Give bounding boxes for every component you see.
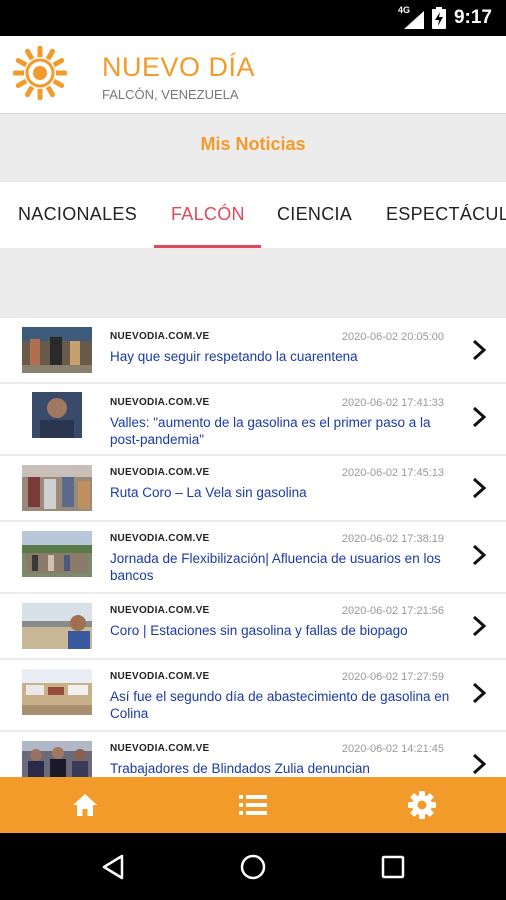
news-headline[interactable]: Jornada de Flexibilización| Afluencia de… [110,550,450,584]
news-item[interactable]: NUEVODIA.COM.VE 2020-06-02 17:41:33 Vall… [0,384,506,454]
gear-icon [408,791,436,819]
news-headline[interactable]: Coro | Estaciones sin gasolina y fallas … [110,622,450,639]
news-headline[interactable]: Hay que seguir respetando la cuarentena [110,348,450,365]
news-thumbnail [22,531,92,577]
news-item[interactable]: NUEVODIA.COM.VE 2020-06-02 20:05:00 Hay … [0,318,506,382]
tab-ciencia[interactable]: CIENCIA [277,204,352,225]
home-circle-icon [240,854,266,879]
category-tabs: NACIONALES FALCÓN CIENCIA ESPECTÁCULOS [0,182,506,248]
cell-signal-icon: 4G [398,5,424,29]
news-date: 2020-06-02 14:21:45 [341,743,444,755]
news-list: NUEVODIA.COM.VE 2020-06-02 20:05:00 Hay … [0,318,506,777]
news-thumbnail [22,603,92,649]
news-thumbnail [22,465,92,511]
battery-charging-icon [431,7,446,29]
chevron-right-icon [472,544,487,566]
news-item[interactable]: NUEVODIA.COM.VE 2020-06-02 17:27:59 Así … [0,660,506,730]
news-source: NUEVODIA.COM.VE [110,467,210,478]
spacer [0,248,506,318]
news-thumbnail [22,669,92,715]
tab-espectaculos[interactable]: ESPECTÁCULOS [386,204,506,225]
list-icon [239,795,267,815]
news-source: NUEVODIA.COM.VE [110,397,210,408]
system-nav-bar [0,833,506,900]
app-subtitle: FALCÓN, VENEZUELA [102,87,239,102]
chevron-right-icon [472,339,487,361]
back-button[interactable] [73,833,153,900]
section-title[interactable]: Mis Noticias [0,134,506,155]
news-thumbnail [22,392,92,438]
bottom-nav [0,777,506,833]
news-thumbnail [22,741,92,777]
news-item[interactable]: NUEVODIA.COM.VE 2020-06-02 17:38:19 Jorn… [0,522,506,592]
news-item[interactable]: NUEVODIA.COM.VE 2020-06-02 14:21:45 Trab… [0,732,506,777]
section-bar: Mis Noticias [0,114,506,182]
list-button[interactable] [203,777,303,833]
chevron-right-icon [472,615,487,637]
news-headline[interactable]: Ruta Coro – La Vela sin gasolina [110,484,450,501]
news-date: 2020-06-02 17:38:19 [341,533,444,545]
news-item[interactable]: NUEVODIA.COM.VE 2020-06-02 17:45:13 Ruta… [0,456,506,520]
news-date: 2020-06-02 17:21:56 [341,605,444,617]
tab-falcon[interactable]: FALCÓN [171,204,245,225]
clock: 9:17 [453,7,492,28]
home-icon [73,794,97,816]
chevron-right-icon [472,682,487,704]
app-header: NUEVO DÍA FALCÓN, VENEZUELA [0,36,506,114]
home-system-button[interactable] [213,833,293,900]
back-triangle-icon [102,854,124,879]
news-source: NUEVODIA.COM.VE [110,743,210,754]
news-source: NUEVODIA.COM.VE [110,671,210,682]
app-title: NUEVO DÍA [102,52,256,82]
news-date: 2020-06-02 20:05:00 [341,331,444,343]
chevron-right-icon [472,477,487,499]
sun-logo-icon [13,46,67,100]
news-source: NUEVODIA.COM.VE [110,331,210,342]
chevron-right-icon [472,406,487,428]
settings-button[interactable] [372,777,472,833]
chevron-right-icon [472,753,487,775]
news-source: NUEVODIA.COM.VE [110,533,210,544]
tab-nacionales[interactable]: NACIONALES [18,204,137,225]
news-item[interactable]: NUEVODIA.COM.VE 2020-06-02 17:21:56 Coro… [0,594,506,658]
news-date: 2020-06-02 17:45:13 [341,467,444,479]
news-headline[interactable]: Trabajadores de Blindados Zulia denuncia… [110,760,450,777]
recents-button[interactable] [353,833,433,900]
news-headline[interactable]: Valles: "aumento de la gasolina es el pr… [110,414,450,448]
news-source: NUEVODIA.COM.VE [110,605,210,616]
news-thumbnail [22,327,92,373]
news-headline[interactable]: Así fue el segundo día de abastecimiento… [110,688,450,722]
recents-square-icon [381,855,405,878]
news-date: 2020-06-02 17:27:59 [341,671,444,683]
news-date: 2020-06-02 17:41:33 [341,397,444,409]
home-button[interactable] [35,777,135,833]
status-bar: 4G 9:17 [0,0,506,36]
